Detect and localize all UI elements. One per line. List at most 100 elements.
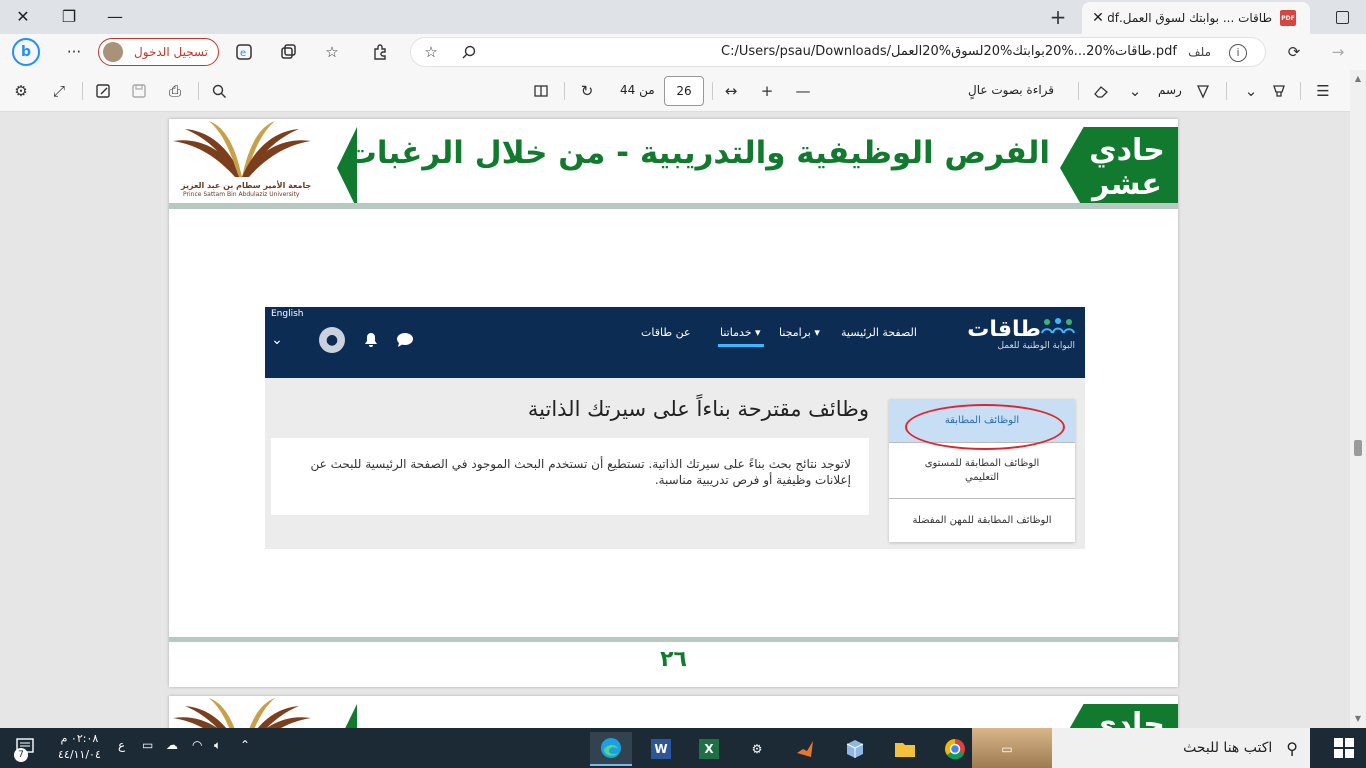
refresh-icon[interactable]: ⟳ <box>1280 38 1308 66</box>
side-item-preferred-jobs[interactable]: الوظائف المطابقة للمهن المفضلة <box>889 499 1075 542</box>
vertical-scrollbar[interactable]: ▲ ▼ <box>1350 70 1366 728</box>
favorites-icon[interactable]: ☆ <box>318 38 346 66</box>
pdf-toolbar: ⚙ ⤢ ⎙ ↻ من 44 26 ↔ + — قراءة بصوت عالٍ ⌄… <box>0 70 1366 112</box>
windows-taskbar: ⚲ اكتب هنا للبحث ▭ ⚙ X W ⌃ 🔈︎ ◠ ☁ ▭ ع ٠٢… <box>0 728 1366 768</box>
toolbar-divider <box>82 82 83 100</box>
file-explorer-icon[interactable] <box>884 732 926 766</box>
user-avatar-icon[interactable]: ● <box>319 327 345 353</box>
pdf-page: جامعة الأمير سطام بن عبد العزيز Prince S… <box>169 119 1178 687</box>
nav-about[interactable]: عن طاقات <box>641 326 691 339</box>
nav-services[interactable]: خدماتنا ▾ <box>720 326 761 339</box>
tray-chevron-up-icon[interactable]: ⌃ <box>240 738 250 752</box>
volume-icon[interactable]: 🔈︎ <box>214 738 221 753</box>
save-as-icon[interactable] <box>92 80 114 102</box>
side-item-education-level[interactable]: الوظائف المطابقة للمستوى التعليمي <box>889 443 1075 499</box>
taqat-screenshot: طاقات البوابة الوطنية للعمل الصفحة الرئي… <box>265 307 1085 549</box>
zoom-out-button[interactable]: — <box>792 80 814 102</box>
scrollbar-thumb[interactable] <box>1354 440 1362 456</box>
contents-list-icon[interactable]: ☰ <box>1312 80 1334 102</box>
excel-icon[interactable]: X <box>688 732 730 766</box>
eraser-icon[interactable] <box>1090 80 1112 102</box>
banner-title: الفرص الوظيفية والتدريبية - من خلال الرغ… <box>345 135 1050 171</box>
highlight-icon[interactable] <box>1268 80 1290 102</box>
scroll-up-icon[interactable]: ▲ <box>1350 72 1366 86</box>
title-bar: ✕ ❐ — + PDF طاقات ... بوابتك لسوق العمل.… <box>0 0 1366 34</box>
weather-cloud-icon[interactable]: ☁ <box>166 738 178 752</box>
window-close-button[interactable]: ✕ <box>0 0 46 32</box>
matching-jobs-sidebar: الوظائف المطابقة الوظائف المطابقة للمستو… <box>889 399 1075 542</box>
window-minimize-button[interactable]: — <box>92 0 138 32</box>
chat-bubble-icon[interactable] <box>393 328 417 352</box>
rotate-icon[interactable]: ↻ <box>576 80 598 102</box>
step-badge: حادي عشر <box>1060 127 1178 209</box>
app-cube-icon[interactable] <box>834 732 876 766</box>
task-view-icon[interactable]: ▭ <box>986 732 1028 766</box>
wifi-icon[interactable]: ◠ <box>192 738 202 752</box>
battery-icon[interactable]: ▭ <box>142 738 153 752</box>
page-view-icon[interactable] <box>530 80 552 102</box>
save-icon[interactable] <box>128 80 150 102</box>
nav-home[interactable]: الصفحة الرئيسية <box>841 326 917 339</box>
tab-close-icon[interactable]: ✕ <box>1088 10 1108 26</box>
file-label: ملف <box>1188 45 1211 59</box>
url-text: C:/Users/psau/Downloads/طاقات%20...%20بو… <box>721 44 1177 59</box>
app-gear-icon[interactable]: ⚙ <box>736 732 778 766</box>
window-restore-button[interactable]: ❐ <box>46 0 92 32</box>
browser-tab[interactable]: PDF طاقات ... بوابتك لسوق العمل.pdf ✕ <box>1082 2 1310 34</box>
sign-in-button[interactable]: تسجيل الدخول <box>98 38 219 66</box>
step-badge-line2: عشر <box>1092 167 1162 202</box>
sign-in-label: تسجيل الدخول <box>134 45 208 59</box>
tab-actions-icon <box>1335 10 1349 24</box>
start-button[interactable] <box>1334 738 1354 758</box>
chevron-down-icon[interactable]: ⌄ <box>1124 80 1146 102</box>
back-arrow-icon[interactable]: → <box>1324 38 1352 66</box>
search-icon: ⚲ <box>1286 738 1298 758</box>
fullscreen-icon[interactable]: ⤢ <box>48 80 70 102</box>
language-switch[interactable]: English <box>271 309 304 319</box>
banner-divider <box>169 203 1178 209</box>
logo-english-text: Prince Sattam Bin Abdulaziz University <box>183 191 300 198</box>
zoom-icon[interactable] <box>455 38 483 66</box>
tab-actions-button[interactable] <box>1326 2 1358 32</box>
scroll-down-icon[interactable]: ▼ <box>1350 712 1366 726</box>
ie-mode-icon[interactable]: e <box>230 38 258 66</box>
university-logo: جامعة الأمير سطام بن عبد العزيز Prince S… <box>169 119 315 201</box>
edge-icon[interactable] <box>590 732 632 766</box>
notification-bell-icon[interactable] <box>359 328 383 352</box>
word-icon[interactable]: W <box>640 732 682 766</box>
find-search-icon[interactable] <box>208 80 230 102</box>
matlab-icon[interactable] <box>784 732 826 766</box>
step-badge: حادي <box>1060 704 1178 728</box>
page-number-input[interactable]: 26 <box>664 76 704 106</box>
more-menu-button[interactable]: ··· <box>60 38 88 66</box>
collections-icon[interactable] <box>274 38 302 66</box>
add-favorite-icon[interactable]: ☆ <box>417 38 445 66</box>
new-tab-button[interactable]: + <box>1042 2 1074 32</box>
toolbar-divider <box>564 82 565 100</box>
bing-icon[interactable]: b <box>12 38 40 66</box>
fit-width-icon[interactable]: ↔ <box>720 80 742 102</box>
page-banner: جامعة الأمير سطام بن عبد العزيز Prince S… <box>169 119 1178 209</box>
toolbar-divider <box>1300 82 1301 100</box>
draw-pen-icon[interactable] <box>1192 80 1214 102</box>
input-language-indicator[interactable]: ع <box>118 738 125 752</box>
taskbar-clock[interactable]: ٠٢:٠٨ م ٤٤/١١/٠٤ <box>58 731 101 763</box>
info-icon[interactable]: i <box>1229 44 1247 62</box>
print-icon[interactable]: ⎙ <box>164 80 186 102</box>
notification-center-icon[interactable]: 7 <box>14 736 40 762</box>
read-aloud-button[interactable]: قراءة بصوت عالٍ <box>968 83 1054 97</box>
chevron-down-icon[interactable]: ⌄ <box>265 328 289 352</box>
extensions-icon[interactable] <box>366 38 394 66</box>
chevron-down-icon[interactable]: ⌄ <box>1240 80 1262 102</box>
pdf-document-area[interactable]: جامعة الأمير سطام بن عبد العزيز Prince S… <box>0 112 1350 728</box>
draw-button[interactable]: رسم <box>1158 83 1182 97</box>
settings-gear-icon[interactable]: ⚙ <box>10 80 32 102</box>
taqat-logo-icon <box>1041 318 1075 334</box>
url-field[interactable]: ☆ C:/Users/psau/Downloads/طاقات%20...%20… <box>410 37 1266 67</box>
pdf-next-page: حادي <box>169 696 1178 728</box>
toolbar-divider <box>712 82 713 100</box>
taqat-navbar: طاقات البوابة الوطنية للعمل الصفحة الرئي… <box>265 307 1085 378</box>
zoom-in-button[interactable]: + <box>756 80 778 102</box>
nav-programs[interactable]: برامجنا ▾ <box>779 326 820 339</box>
chrome-icon[interactable] <box>934 732 976 766</box>
